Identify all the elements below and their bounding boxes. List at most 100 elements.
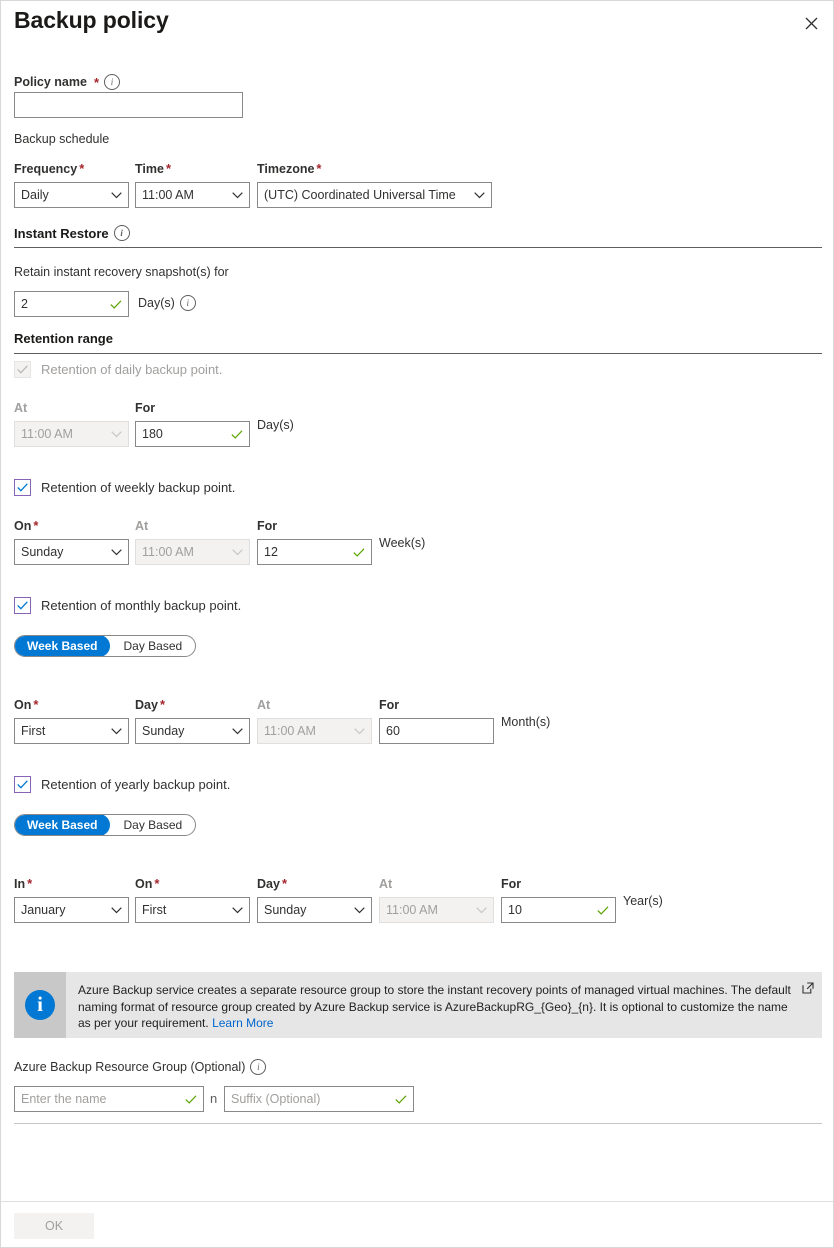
chevron-down-icon (111, 192, 122, 199)
yearly-on-required: * (154, 876, 159, 891)
weekly-retention-checkbox-row[interactable]: Retention of weekly backup point. (14, 479, 235, 496)
retention-range-divider (14, 353, 822, 354)
monthly-at-label: At (257, 697, 270, 713)
resource-group-name-input[interactable]: Enter the name (14, 1086, 204, 1112)
chevron-down-icon (111, 907, 122, 914)
yearly-at-label: At (379, 876, 392, 892)
yearly-in-label-group: In* (14, 876, 32, 892)
chevron-down-icon (232, 549, 243, 556)
daily-unit-label: Day(s) (257, 417, 294, 433)
timezone-required: * (316, 161, 321, 176)
yearly-for-label: For (501, 876, 521, 892)
close-icon[interactable] (795, 7, 827, 39)
monthly-toggle-week-based[interactable]: Week Based (14, 635, 110, 657)
yearly-day-value: Sunday (264, 903, 348, 917)
monthly-day-select[interactable]: Sunday (135, 718, 250, 744)
resource-group-suffix-input[interactable]: Suffix (Optional) (224, 1086, 414, 1112)
resource-group-separator: n (210, 1091, 217, 1106)
timezone-select[interactable]: (UTC) Coordinated Universal Time (257, 182, 492, 208)
yearly-in-select[interactable]: January (14, 897, 129, 923)
resource-group-label-group: Azure Backup Resource Group (Optional) i (14, 1059, 266, 1075)
yearly-on-select[interactable]: First (135, 897, 250, 923)
daily-at-select: 11:00 AM (14, 421, 129, 447)
monthly-day-required: * (160, 697, 165, 712)
yearly-on-value: First (142, 903, 226, 917)
frequency-required: * (79, 161, 84, 176)
monthly-day-value: Sunday (142, 724, 226, 738)
yearly-toggle-day-based[interactable]: Day Based (110, 815, 195, 835)
yearly-basis-toggle[interactable]: Week Based Day Based (14, 814, 196, 836)
content-bottom-divider (14, 1123, 822, 1124)
info-circle-icon: i (25, 990, 55, 1020)
weekly-at-value: 11:00 AM (142, 545, 226, 559)
resource-group-info-icon[interactable]: i (250, 1059, 266, 1075)
daily-for-value: 180 (142, 427, 225, 441)
monthly-for-value: 60 (386, 724, 487, 738)
valid-check-icon (231, 430, 243, 439)
weekly-for-value: 12 (264, 545, 347, 559)
monthly-toggle-day-based[interactable]: Day Based (110, 636, 195, 656)
chevron-down-icon (354, 907, 365, 914)
monthly-on-select[interactable]: First (14, 718, 129, 744)
yearly-in-label: In (14, 877, 25, 891)
info-banner: i Azure Backup service creates a separat… (14, 972, 822, 1038)
yearly-retention-checkbox-row[interactable]: Retention of yearly backup point. (14, 776, 230, 793)
instant-restore-days-input[interactable]: 2 (14, 291, 129, 317)
chevron-down-icon (474, 192, 485, 199)
backup-schedule-label: Backup schedule (14, 131, 109, 147)
monthly-on-label-group: On* (14, 697, 38, 713)
daily-for-input[interactable]: 180 (135, 421, 250, 447)
time-label: Time (135, 162, 164, 176)
weekly-on-required: * (33, 518, 38, 533)
policy-name-info-icon[interactable]: i (104, 74, 120, 90)
page-title: Backup policy (14, 7, 169, 34)
time-label-group: Time* (135, 161, 171, 177)
info-banner-text: Azure Backup service creates a separate … (66, 972, 822, 1038)
policy-name-input[interactable] (14, 92, 243, 118)
yearly-for-input[interactable]: 10 (501, 897, 616, 923)
timezone-label: Timezone (257, 162, 314, 176)
valid-check-icon (110, 300, 122, 309)
weekly-on-label: On (14, 519, 31, 533)
monthly-basis-toggle[interactable]: Week Based Day Based (14, 635, 196, 657)
yearly-day-select[interactable]: Sunday (257, 897, 372, 923)
monthly-day-label-group: Day* (135, 697, 165, 713)
instant-restore-info-icon[interactable]: i (114, 225, 130, 241)
monthly-unit-label: Month(s) (501, 714, 550, 730)
monthly-for-input[interactable]: 60 (379, 718, 494, 744)
weekly-at-select: 11:00 AM (135, 539, 250, 565)
chevron-down-icon (232, 192, 243, 199)
external-link-icon[interactable] (802, 982, 814, 994)
yearly-retention-checkbox[interactable] (14, 776, 31, 793)
daily-retention-label: Retention of daily backup point. (41, 362, 222, 377)
timezone-label-group: Timezone* (257, 161, 321, 177)
ok-button[interactable]: OK (14, 1213, 94, 1239)
weekly-retention-checkbox[interactable] (14, 479, 31, 496)
monthly-retention-checkbox-row[interactable]: Retention of monthly backup point. (14, 597, 241, 614)
yearly-retention-label: Retention of yearly backup point. (41, 777, 230, 792)
yearly-toggle-week-based[interactable]: Week Based (14, 814, 110, 836)
daily-retention-checkbox (14, 361, 31, 378)
frequency-label-group: Frequency* (14, 161, 84, 177)
retention-range-heading: Retention range (14, 331, 113, 346)
daily-at-value: 11:00 AM (21, 427, 105, 441)
instant-restore-unit-info-icon[interactable]: i (180, 295, 196, 311)
monthly-retention-checkbox[interactable] (14, 597, 31, 614)
weekly-for-input[interactable]: 12 (257, 539, 372, 565)
learn-more-link[interactable]: Learn More (212, 1016, 273, 1030)
monthly-at-select: 11:00 AM (257, 718, 372, 744)
yearly-day-label-group: Day* (257, 876, 287, 892)
resource-group-suffix-value: Suffix (Optional) (231, 1092, 389, 1106)
footer-divider (1, 1201, 833, 1202)
monthly-on-label: On (14, 698, 31, 712)
yearly-day-required: * (282, 876, 287, 891)
time-select[interactable]: 11:00 AM (135, 182, 250, 208)
chevron-down-icon (111, 431, 122, 438)
weekly-on-value: Sunday (21, 545, 105, 559)
instant-restore-heading-group: Instant Restore i (14, 225, 130, 241)
retention-range-heading-group: Retention range (14, 331, 113, 346)
frequency-select[interactable]: Daily (14, 182, 129, 208)
instant-restore-unit-group: Day(s) i (138, 295, 196, 311)
chevron-down-icon (232, 907, 243, 914)
weekly-on-select[interactable]: Sunday (14, 539, 129, 565)
